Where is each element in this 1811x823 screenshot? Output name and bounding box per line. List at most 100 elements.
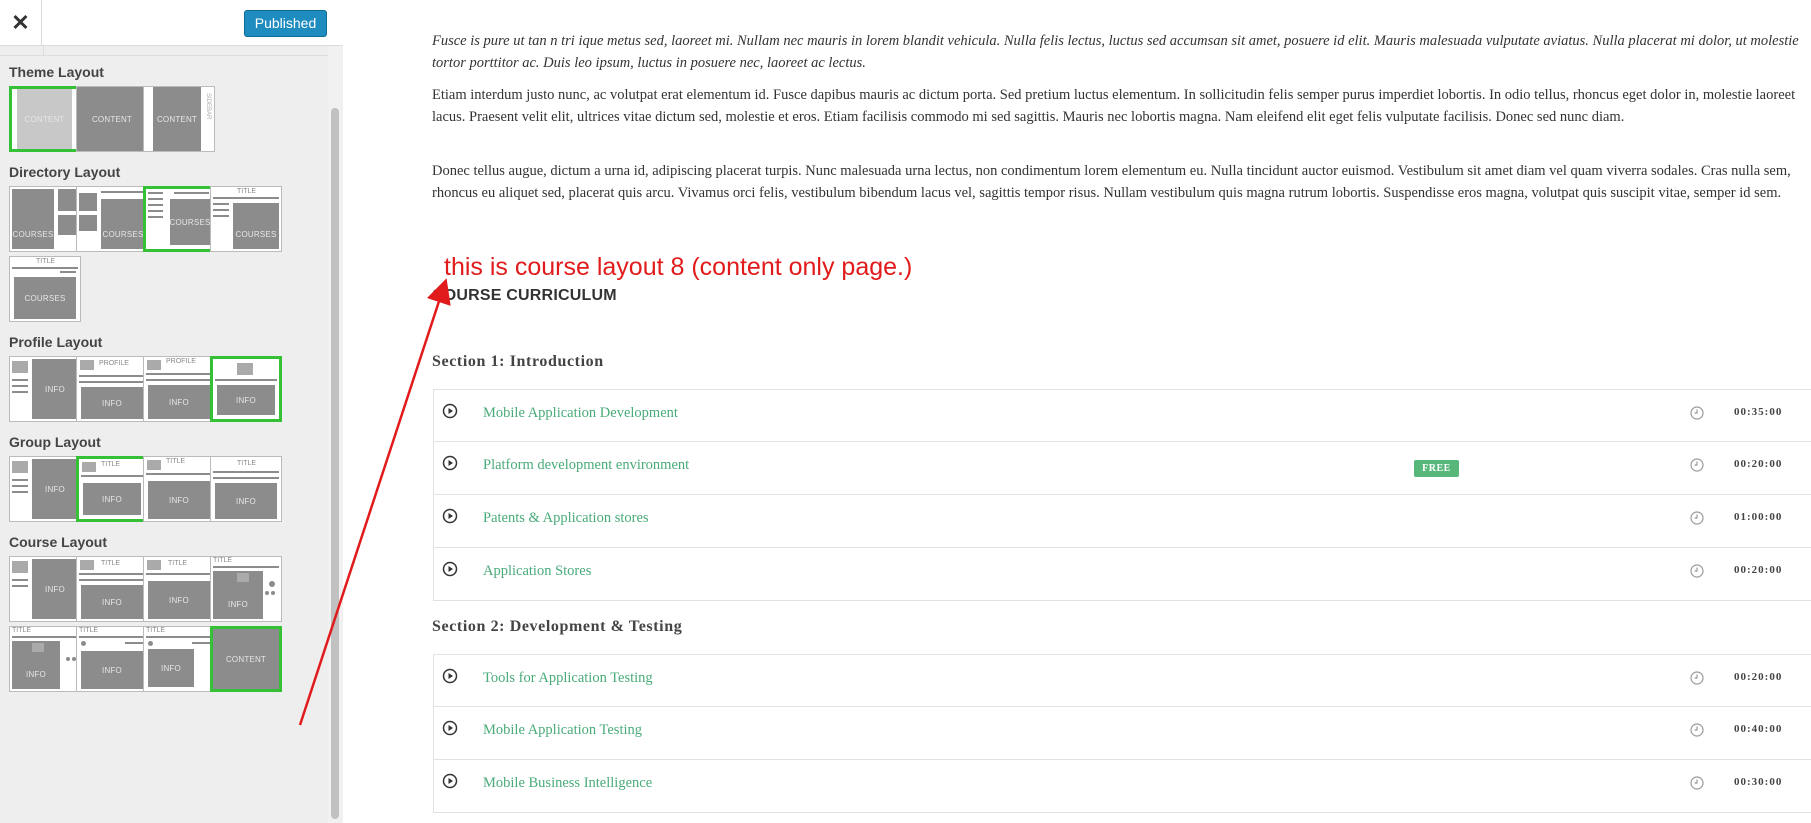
meta-line [125,642,143,644]
lesson-title[interactable]: Platform development environment [483,457,689,474]
dot [66,657,70,661]
lesson-row[interactable]: Mobile Application Testing 00:40:00 [433,707,1811,760]
course-layout-option-8[interactable]: CONTENT [210,626,282,692]
nav-line [12,636,78,638]
play-icon [442,508,458,524]
free-badge: FREE [1414,460,1459,477]
lesson-duration: 00:40:00 [1734,723,1783,735]
nav-line [146,379,212,381]
dot [81,641,86,646]
group-layout-option-2[interactable]: TITLE INFO [76,456,148,522]
customizer-sidebar: ✕ Published Theme Layout CONTENT CONTENT… [0,0,343,823]
header-line [12,267,78,269]
avatar-block [147,560,161,570]
profile-layout-option-1[interactable]: INFO [9,356,81,422]
lesson-title[interactable]: Mobile Application Testing [483,722,642,739]
title-label: TITLE [237,460,257,467]
widget-block [58,189,76,211]
info-block: INFO [148,581,210,619]
clock-icon [1690,458,1704,472]
avatar-block [82,462,96,472]
title-label: TITLE [12,627,32,634]
lesson-title[interactable]: Mobile Business Intelligence [483,775,652,792]
lesson-title[interactable]: Application Stores [483,563,591,580]
directory-layout-option-1[interactable]: COURSES [9,186,81,252]
clock-icon [1690,511,1704,525]
nav-line [81,475,143,477]
course-layout-option-5[interactable]: TITLE INFO [9,626,81,692]
theme-layout-option-2[interactable]: CONTENT [76,86,148,152]
clock-icon [1690,564,1704,578]
lesson-row[interactable]: Application Stores 00:20:00 [433,548,1811,601]
nav-line [79,573,145,575]
directory-layout-option-3[interactable]: COURSES [143,186,215,252]
lesson-title[interactable]: Tools for Application Testing [483,670,653,687]
avatar-block [80,360,94,370]
course-layout-option-2[interactable]: TITLE INFO [76,556,148,622]
profile-layout-option-3[interactable]: PROFILE INFO [143,356,215,422]
lesson-title[interactable]: Patents & Application stores [483,510,649,527]
previous-panel-edge [0,46,328,56]
info-block: INFO [148,649,194,687]
theme-layout-option-1[interactable]: CONTENT [9,86,81,152]
nav-line [213,566,279,568]
directory-layout-option-2[interactable]: COURSES [76,186,148,252]
clock-icon [1690,671,1704,685]
content-block: CONTENT [153,87,201,151]
nav-line [146,636,212,638]
body-paragraph-2: Donec tellus augue, dictum a urna id, ad… [432,163,1791,201]
profile-layout-option-2[interactable]: PROFILE INFO [76,356,148,422]
theme-layout-option-3[interactable]: CONTENT SIDEBAR [143,86,215,152]
courses-block: COURSES [233,203,279,249]
course-layout-option-6[interactable]: TITLE INFO [76,626,148,692]
nav-line [146,573,212,575]
avatar-block [147,460,161,470]
nav-line [79,375,145,377]
course-layout-option-4[interactable]: TITLE INFO [210,556,282,622]
lesson-row[interactable]: Patents & Application stores 01:00:00 [433,495,1811,548]
nav-line [213,471,279,473]
avatar-block [32,643,44,652]
group-layout-title: Group Layout [9,434,101,450]
course-curriculum-title: COURSE CURRICULUM [432,287,617,304]
clock-icon [1690,723,1704,737]
avatar-block [12,361,28,373]
profile-label: PROFILE [99,360,129,367]
sidebar-label: SIDEBAR [205,93,211,120]
body-paragraph-1: Etiam interdum justo nunc, ac volutpat e… [432,87,1796,125]
dot [265,591,269,595]
nav-line [12,391,28,393]
nav-line [148,192,163,194]
courses-block: COURSES [170,199,210,245]
group-layout-option-4[interactable]: TITLE INFO [210,456,282,522]
layout-panel: Theme Layout CONTENT CONTENT CONTENT SID… [0,46,328,823]
title-label: TITLE [168,560,188,567]
directory-layout-option-4[interactable]: TITLE COURSES [210,186,282,252]
course-layout-option-7[interactable]: TITLE INFO [143,626,215,692]
dot [148,641,153,646]
profile-layout-option-4[interactable]: INFO [210,356,282,422]
lesson-row[interactable]: Platform development environment FREE 00… [433,442,1811,495]
sidebar-scrollbar-thumb[interactable] [331,108,339,819]
info-block: INFO [148,481,210,519]
avatar-block [147,360,161,370]
lesson-duration: 00:20:00 [1734,671,1783,683]
close-button[interactable]: ✕ [0,0,42,46]
course-layout-option-3[interactable]: TITLE INFO [143,556,215,622]
published-button[interactable]: Published [244,10,327,37]
title-label: TITLE [101,461,121,468]
group-layout-option-1[interactable]: INFO [9,456,81,522]
lesson-row[interactable]: Mobile Business Intelligence 00:30:00 [433,760,1811,813]
directory-layout-option-5[interactable]: TITLE COURSES [9,256,81,322]
theme-layout-title: Theme Layout [9,64,104,80]
nav-line [12,379,28,381]
course-layout-option-1[interactable]: INFO [9,556,81,622]
lesson-row[interactable]: Tools for Application Testing 00:20:00 [433,654,1811,707]
profile-label: PROFILE [166,358,196,365]
courses-block: COURSES [101,199,145,249]
lesson-title[interactable]: Mobile Application Development [483,405,678,422]
group-layout-option-3[interactable]: TITLE INFO [143,456,215,522]
clock-icon [1690,406,1704,420]
lesson-row[interactable]: Mobile Application Development 00:35:00 [433,389,1811,442]
title-label: TITLE [146,627,166,634]
